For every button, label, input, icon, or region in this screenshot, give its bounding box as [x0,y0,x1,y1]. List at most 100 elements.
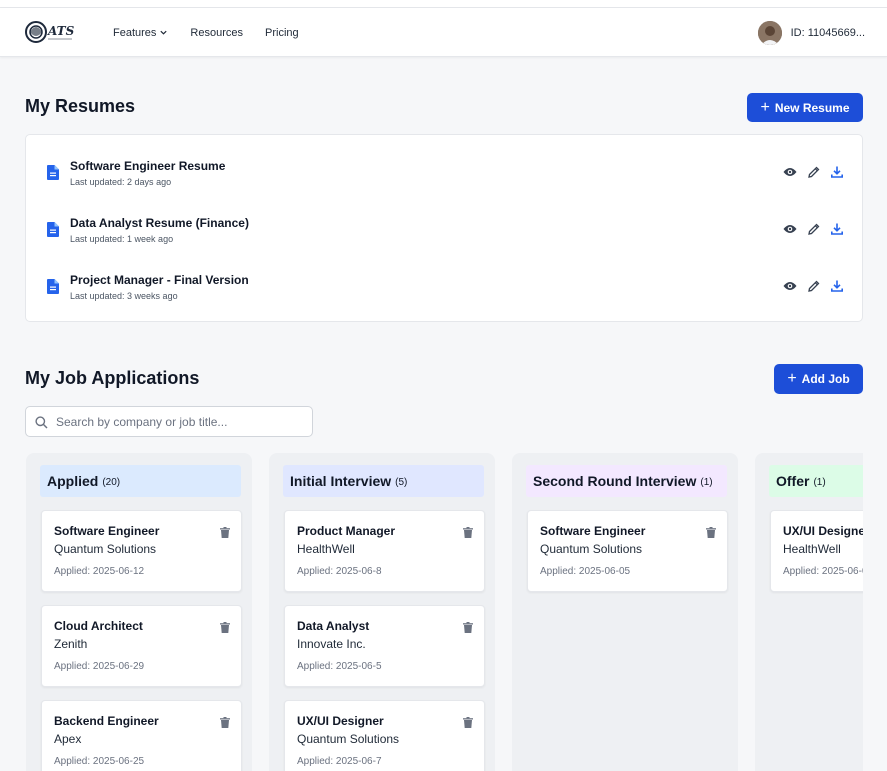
job-company: Quantum Solutions [540,542,643,556]
job-company: Zenith [54,637,88,651]
trash-icon[interactable] [220,525,230,543]
job-company: HealthWell [297,542,355,556]
job-board: Applied (20) Software Engineer Quantum S… [25,450,863,771]
job-company: Quantum Solutions [297,732,400,746]
job-card[interactable]: Backend Engineer Apex Applied: 2025-06-2… [41,700,242,771]
resume-item[interactable]: Data Analyst Resume (Finance) Last updat… [26,214,862,254]
eye-icon[interactable] [783,224,797,234]
resume-title: Data Analyst Resume (Finance) [70,216,249,230]
download-icon[interactable] [831,166,843,178]
job-date: Applied: 2025-06-12 [54,566,145,577]
user-menu[interactable]: ID: 11045669... [757,8,865,57]
eye-icon[interactable] [783,281,797,291]
job-company: Quantum Solutions [54,542,157,556]
job-date: Applied: 2025-06-5 [297,661,382,672]
plus-icon: + [760,98,770,116]
job-card[interactable]: UX/UI Designer HealthWell Applied: 2025-… [770,510,863,592]
column-name: Offer [776,473,810,489]
resume-updated: Last updated: 3 weeks ago [70,291,178,301]
job-date: Applied: 2025-06-7 [297,756,382,767]
trash-icon[interactable] [706,525,716,543]
column-header: Second Round Interview (1) [526,465,727,497]
app-header: ATS Features Resources Pricing ID: 11045… [0,8,887,57]
document-icon [47,165,59,185]
nav-features-label: Features [113,26,157,39]
chevron-down-icon [160,30,168,35]
job-title: Data Analyst [297,619,370,633]
nav-resources-label: Resources [190,26,243,39]
job-title: Software Engineer [540,524,646,538]
trash-icon[interactable] [463,715,473,733]
job-company: Apex [54,732,82,746]
plus-icon: + [787,370,797,387]
user-id: ID: 11045669... [790,26,865,39]
column-header: Offer (1) [769,465,863,497]
resumes-title: My Resumes [25,96,136,116]
new-resume-button[interactable]: + New Resume [747,93,863,122]
job-date: Applied: 2025-06-25 [54,756,145,767]
job-title: Software Engineer [54,524,160,538]
column-header: Initial Interview (5) [283,465,484,497]
trash-icon[interactable] [463,525,473,543]
column-name: Second Round Interview [533,473,697,489]
main-nav: Features Resources Pricing [113,8,321,57]
job-card[interactable]: Software Engineer Quantum Solutions Appl… [527,510,728,592]
column-offer: Offer (1) UX/UI Designer HealthWell Appl… [755,453,863,771]
job-title: Product Manager [297,524,396,538]
resume-title: Project Manager - Final Version [70,273,249,287]
nav-pricing[interactable]: Pricing [265,27,299,39]
add-job-label: Add Job [801,372,850,386]
resume-item[interactable]: Project Manager - Final Version Last upd… [26,271,862,311]
job-title: Backend Engineer [54,714,159,728]
resume-list: Software Engineer Resume Last updated: 2… [25,134,863,322]
avatar[interactable] [757,20,782,45]
svg-text:ATS: ATS [47,24,75,38]
job-search [25,406,313,437]
nav-resources[interactable]: Resources [190,27,243,39]
pencil-icon[interactable] [808,280,820,292]
column-name: Initial Interview [290,473,392,489]
document-icon [47,279,59,299]
download-icon[interactable] [831,223,843,235]
download-icon[interactable] [831,280,843,292]
column-count: (1) [700,476,713,488]
column-header: Applied (20) [40,465,241,497]
column-name: Applied [47,473,99,489]
column-second-round: Second Round Interview (1) Software Engi… [512,453,738,771]
resume-updated: Last updated: 1 week ago [70,234,174,244]
eye-icon[interactable] [783,167,797,177]
job-date: Applied: 2025-06-05 [540,566,631,577]
job-company: Innovate Inc. [297,637,366,651]
trash-icon[interactable] [220,620,230,638]
add-job-button[interactable]: + Add Job [774,364,863,394]
job-title: Cloud Architect [54,619,143,633]
search-icon [35,416,48,434]
job-card[interactable]: Data Analyst Innovate Inc. Applied: 2025… [284,605,485,687]
job-card[interactable]: UX/UI Designer Quantum Solutions Applied… [284,700,485,771]
pencil-icon[interactable] [808,166,820,178]
column-count: (5) [395,476,408,488]
resume-item[interactable]: Software Engineer Resume Last updated: 2… [26,157,862,197]
resume-updated: Last updated: 2 days ago [70,177,172,187]
column-count: (20) [102,476,121,488]
job-company: HealthWell [783,542,841,556]
job-title: UX/UI Designer [297,714,384,728]
job-card[interactable]: Product Manager HealthWell Applied: 2025… [284,510,485,592]
column-applied: Applied (20) Software Engineer Quantum S… [26,453,252,771]
job-card[interactable]: Software Engineer Quantum Solutions Appl… [41,510,242,592]
trash-icon[interactable] [220,715,230,733]
pencil-icon[interactable] [808,223,820,235]
top-strip [0,0,887,8]
job-date: Applied: 2025-06-0 [783,566,863,577]
nav-features[interactable]: Features [113,27,168,39]
job-card[interactable]: Cloud Architect Zenith Applied: 2025-06-… [41,605,242,687]
logo[interactable]: ATS [24,18,76,46]
column-count: (1) [813,476,826,488]
jobs-title: My Job Applications [25,368,200,388]
trash-icon[interactable] [463,620,473,638]
column-initial-interview: Initial Interview (5) Product Manager He… [269,453,495,771]
job-date: Applied: 2025-06-29 [54,661,145,672]
search-input[interactable] [56,412,306,432]
nav-pricing-label: Pricing [265,26,299,39]
job-date: Applied: 2025-06-8 [297,566,382,577]
